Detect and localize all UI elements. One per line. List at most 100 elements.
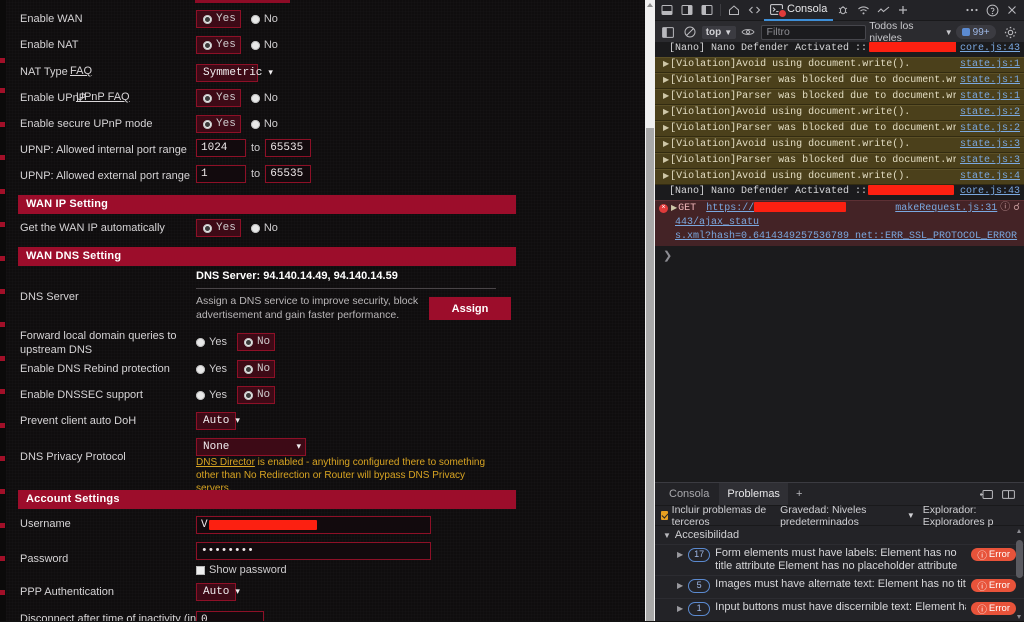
- console-row[interactable]: ▶[Violation]Avoid using document.write()…: [655, 169, 1024, 185]
- checkbox-show-password[interactable]: Show password: [196, 564, 431, 576]
- add-tool-icon[interactable]: [893, 0, 913, 20]
- info-icon[interactable]: ⓘ: [1000, 202, 1010, 216]
- scrollbar-thumb[interactable]: [1016, 540, 1023, 578]
- scrollbar-thumb[interactable]: [646, 128, 654, 621]
- input-upnp-internal-from[interactable]: 1024: [196, 139, 246, 157]
- radio-forward-local-no[interactable]: No: [236, 333, 276, 351]
- tab-consola[interactable]: Consola: [661, 483, 717, 505]
- error-url-suffix[interactable]: 443/ajax_statu: [675, 217, 759, 228]
- dock-right-icon[interactable]: [677, 0, 697, 20]
- scroll-up-arrow-icon[interactable]: [1017, 529, 1021, 533]
- console-source-link[interactable]: state.js:3: [960, 138, 1020, 152]
- console-source-link[interactable]: makeRequest.js:31: [895, 202, 997, 216]
- radio-dnssec-no[interactable]: No: [236, 386, 276, 404]
- console-source-link[interactable]: state.js:1: [960, 74, 1020, 88]
- select-nat-type[interactable]: Symmetric ▾: [196, 62, 273, 82]
- tab-problemas[interactable]: Problemas: [719, 483, 788, 505]
- select-dns-privacy-protocol[interactable]: None ▾: [196, 436, 306, 456]
- input-upnp-external-from[interactable]: 1: [196, 165, 246, 183]
- network-icon[interactable]: [853, 0, 873, 20]
- link-dns-director[interactable]: DNS Director: [196, 457, 255, 468]
- expand-triangle-icon[interactable]: ▶: [677, 550, 683, 559]
- link-upnp-faq[interactable]: UPnP FAQ: [76, 91, 130, 103]
- console-row[interactable]: ▶[Violation]Parser was blocked due to do…: [655, 153, 1024, 169]
- input-password[interactable]: ••••••••: [196, 542, 431, 560]
- console-source-link[interactable]: state.js:2: [960, 106, 1020, 120]
- scroll-up-arrow-icon[interactable]: [647, 3, 653, 7]
- sidebar-toggle-icon[interactable]: [659, 22, 677, 42]
- problem-row[interactable]: ▶ 1 Input buttons must have discernible …: [655, 598, 1024, 621]
- console-source-link[interactable]: state.js:4: [960, 170, 1020, 184]
- console-source-link[interactable]: core.js:43: [960, 185, 1020, 199]
- scroll-down-arrow-icon[interactable]: [1017, 615, 1021, 619]
- assign-button[interactable]: Assign: [429, 297, 511, 320]
- console-source-link[interactable]: core.js:43: [960, 42, 1020, 56]
- console-source-link[interactable]: state.js:3: [960, 154, 1020, 168]
- console-input-prompt[interactable]: ❯: [655, 247, 1024, 263]
- select-ppp-authentication[interactable]: Auto ▾: [196, 581, 240, 601]
- issues-badge[interactable]: 99+: [955, 25, 996, 39]
- error-url[interactable]: https://: [706, 203, 754, 214]
- radio-forward-local-yes[interactable]: Yes: [196, 336, 227, 348]
- tab-console[interactable]: Consola: [764, 0, 834, 21]
- radio-wan-ip-auto-yes[interactable]: Yes: [196, 219, 241, 237]
- console-source-link[interactable]: state.js:1: [960, 58, 1020, 72]
- radio-enable-upnp-no[interactable]: No: [250, 92, 278, 104]
- more-options-icon[interactable]: [962, 0, 982, 20]
- radio-enable-upnp-yes[interactable]: Yes: [196, 89, 241, 107]
- radio-dns-rebind-yes[interactable]: Yes: [196, 363, 227, 375]
- radio-enable-nat-no[interactable]: No: [250, 39, 278, 51]
- console-error-row[interactable]: × ▶GET https://443/ajax_statu makeReques…: [655, 200, 1024, 247]
- problem-row[interactable]: ▶ 5 Images must have alternate text: Ele…: [655, 575, 1024, 598]
- problems-group-accessibility[interactable]: ▼ Accesibilidad: [655, 526, 1024, 544]
- input-disconnect-inactivity[interactable]: 0: [196, 611, 264, 621]
- log-levels-dropdown[interactable]: Todos los niveles ▼: [869, 20, 952, 44]
- radio-secure-upnp-yes[interactable]: Yes: [196, 115, 241, 133]
- select-prevent-doh[interactable]: Auto ▾: [196, 410, 240, 430]
- console-row[interactable]: ▶[Violation]Parser was blocked due to do…: [655, 73, 1024, 89]
- radio-wan-ip-auto-no[interactable]: No: [250, 222, 278, 234]
- console-row[interactable]: ▶[Violation]Avoid using document.write()…: [655, 105, 1024, 121]
- performance-icon[interactable]: [873, 0, 893, 20]
- problems-scrollbar[interactable]: [1016, 526, 1023, 622]
- explorer-dropdown[interactable]: Explorador: Exploradores p: [923, 504, 1018, 528]
- split-view-icon[interactable]: [998, 484, 1018, 504]
- radio-dnssec-yes[interactable]: Yes: [196, 389, 227, 401]
- console-source-link[interactable]: state.js:1: [960, 90, 1020, 104]
- console-row[interactable]: ▶[Violation]Parser was blocked due to do…: [655, 89, 1024, 105]
- severity-dropdown[interactable]: Gravedad: Niveles predeterminados ▼: [780, 504, 915, 528]
- console-row[interactable]: ▶[Violation]Avoid using document.write()…: [655, 57, 1024, 73]
- console-row[interactable]: [Nano] Nano Defender Activated ::.com co…: [655, 185, 1024, 200]
- radio-enable-wan-no[interactable]: No: [250, 13, 278, 25]
- debugger-icon[interactable]: [833, 0, 853, 20]
- help-icon[interactable]: [982, 0, 1002, 20]
- clear-console-icon[interactable]: [680, 22, 698, 42]
- add-panel-button[interactable]: +: [790, 483, 808, 505]
- dock-bottom-icon[interactable]: [657, 0, 677, 20]
- console-row[interactable]: ▶[Violation]Avoid using document.write()…: [655, 137, 1024, 153]
- code-icon[interactable]: [744, 0, 764, 20]
- problem-row[interactable]: ▶ 17 Form elements must have labels: Ele…: [655, 544, 1024, 575]
- settings-gear-icon[interactable]: [1002, 22, 1020, 42]
- page-scrollbar[interactable]: [645, 0, 655, 621]
- radio-secure-upnp-no[interactable]: No: [250, 118, 278, 130]
- expand-triangle-icon[interactable]: ▶: [677, 604, 683, 613]
- console-output[interactable]: [Nano] Nano Defender Activated :: core.j…: [655, 42, 1024, 482]
- expand-triangle-icon[interactable]: ▶: [677, 581, 683, 590]
- eye-filter-icon[interactable]: [739, 22, 757, 42]
- radio-enable-wan-yes[interactable]: Yes: [196, 10, 241, 28]
- radio-enable-nat-yes[interactable]: Yes: [196, 36, 241, 54]
- filter-input[interactable]: Filtro: [760, 24, 867, 40]
- home-icon[interactable]: [724, 0, 744, 20]
- input-upnp-internal-to[interactable]: 65535: [265, 139, 312, 157]
- console-row[interactable]: ▶[Violation]Parser was blocked due to do…: [655, 121, 1024, 137]
- checkbox-third-party-issues[interactable]: Incluir problemas de terceros: [661, 504, 772, 528]
- dock-panel-icon[interactable]: [976, 484, 996, 504]
- panel-icon[interactable]: [697, 0, 717, 20]
- input-upnp-external-to[interactable]: 65535: [265, 165, 312, 183]
- console-source-link[interactable]: state.js:2: [960, 122, 1020, 136]
- radio-dns-rebind-no[interactable]: No: [236, 360, 276, 378]
- link-nat-faq[interactable]: FAQ: [70, 65, 92, 77]
- problems-list[interactable]: ▼ Accesibilidad ▶ 17 Form elements must …: [655, 526, 1024, 622]
- console-row[interactable]: [Nano] Nano Defender Activated :: core.j…: [655, 42, 1024, 57]
